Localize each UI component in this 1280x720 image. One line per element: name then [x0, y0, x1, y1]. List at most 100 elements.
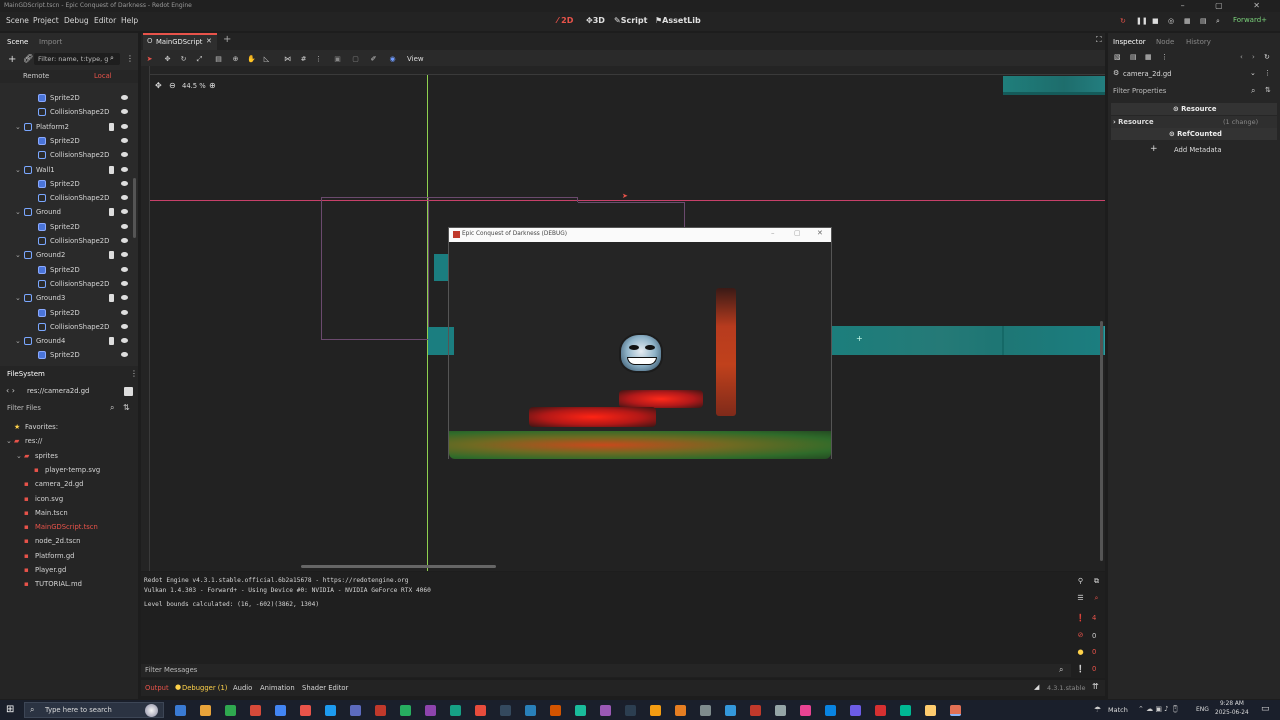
- group-icon[interactable]: ▢: [351, 55, 360, 64]
- tab-output[interactable]: Output: [145, 684, 169, 692]
- taskbar-app-icon[interactable]: [450, 705, 461, 716]
- more-icon[interactable]: ⋮: [126, 54, 134, 63]
- expand-arrow-icon[interactable]: ⌄: [15, 120, 21, 134]
- tab-node[interactable]: Node: [1156, 38, 1174, 46]
- visibility-eye-icon[interactable]: [121, 223, 128, 229]
- game-minimize-icon[interactable]: –: [771, 229, 775, 237]
- clock-time[interactable]: 9:28 AM: [1220, 701, 1244, 707]
- menu-help[interactable]: Help: [121, 16, 138, 25]
- pause-icon[interactable]: ❚❚: [1136, 17, 1148, 26]
- visibility-eye-icon[interactable]: [121, 152, 128, 158]
- tab-animation[interactable]: Animation: [260, 684, 295, 692]
- taskbar-app-icon[interactable]: [800, 705, 811, 716]
- taskbar-app-icon[interactable]: [550, 705, 561, 716]
- taskbar-search[interactable]: ⌕ Type here to search: [24, 702, 164, 718]
- scene-tree-item[interactable]: ⌄ Ground3: [0, 291, 136, 305]
- properties-sort-icon[interactable]: ⇅: [1265, 86, 1271, 94]
- visibility-eye-icon[interactable]: [121, 180, 128, 186]
- add-node-icon[interactable]: +: [8, 54, 16, 65]
- object-menu-icon[interactable]: ⋮: [1264, 69, 1271, 77]
- filesystem-item[interactable]: ▪ Player.gd: [0, 563, 136, 577]
- taskbar-app-icon[interactable]: [225, 705, 236, 716]
- tray-icons[interactable]: ⌃ ☁ ▣ ♪ 🔋︎: [1138, 705, 1180, 713]
- scene-filter-field[interactable]: Filter: name, t:type, g:group ⌕: [34, 53, 120, 65]
- script-icon[interactable]: [109, 294, 114, 303]
- taskbar-app-icon[interactable]: [300, 705, 311, 716]
- add-metadata-button[interactable]: + Add Metadata: [1150, 144, 1240, 156]
- script-icon[interactable]: [109, 337, 114, 346]
- visibility-eye-icon[interactable]: [121, 209, 128, 215]
- filesystem-item[interactable]: ▪ player-temp.svg: [0, 463, 136, 477]
- tab-scene[interactable]: Scene: [7, 38, 28, 46]
- tab-inspector[interactable]: Inspector: [1113, 38, 1146, 46]
- taskbar-app-icon[interactable]: [825, 705, 836, 716]
- filesystem-item[interactable]: ▪ icon.svg: [0, 492, 136, 506]
- game-close-icon[interactable]: ✕: [817, 229, 823, 237]
- visibility-eye-icon[interactable]: [121, 252, 128, 258]
- tab-audio[interactable]: Audio: [233, 684, 252, 692]
- language-indicator[interactable]: ENG: [1196, 706, 1209, 713]
- folder-expand-icon[interactable]: ⌄: [6, 434, 12, 448]
- remote-debug-icon[interactable]: ◎: [1168, 17, 1177, 26]
- taskbar-app-icon[interactable]: [500, 705, 511, 716]
- fs-filter-input[interactable]: Filter Files: [7, 404, 41, 412]
- filter-properties-input[interactable]: Filter Properties: [1113, 87, 1166, 95]
- taskbar-app-icon[interactable]: [400, 705, 411, 716]
- back-icon[interactable]: ‹ ›: [6, 386, 15, 395]
- selectable-tool-icon[interactable]: ▤: [214, 55, 223, 64]
- tab-debugger[interactable]: Debugger (1): [182, 684, 227, 692]
- script-icon[interactable]: [109, 208, 114, 217]
- save-resource-icon[interactable]: ▦: [1145, 53, 1152, 61]
- workspace-script-button[interactable]: ✎Script: [614, 16, 647, 25]
- split-mode-icon[interactable]: [124, 387, 133, 396]
- new-tab-icon[interactable]: +: [223, 34, 231, 45]
- scene-tree-item[interactable]: ⌄ Ground2: [0, 248, 136, 262]
- sort-icon[interactable]: ⇅: [123, 403, 130, 412]
- reload-icon[interactable]: ↻: [1120, 17, 1129, 26]
- error-toggle-icon[interactable]: ⊘: [1076, 631, 1085, 640]
- message-toggle-icon[interactable]: ❗: [1076, 614, 1085, 623]
- scene-tree-item[interactable]: Sprite2D: [0, 220, 136, 234]
- select-tool-icon[interactable]: ➤: [145, 55, 154, 64]
- visibility-eye-icon[interactable]: [121, 123, 128, 129]
- zoom-level[interactable]: 44.5 %: [182, 82, 206, 90]
- menu-debug[interactable]: Debug: [64, 16, 89, 25]
- workspace-3d-button[interactable]: ✥3D: [586, 16, 605, 25]
- windows-start-icon[interactable]: ⊞: [6, 704, 14, 715]
- clear-output-icon[interactable]: ⚲: [1076, 577, 1085, 586]
- visibility-eye-icon[interactable]: [121, 95, 128, 100]
- taskbar-app-icon[interactable]: [925, 705, 936, 716]
- distraction-free-icon[interactable]: ⛶: [1096, 35, 1102, 45]
- scene-tree-item[interactable]: Sprite2D: [0, 306, 136, 320]
- visibility-eye-icon[interactable]: [121, 266, 128, 272]
- scene-tree-scrollbar[interactable]: [133, 178, 136, 238]
- copy-output-icon[interactable]: ⧉: [1092, 577, 1101, 586]
- view-menu[interactable]: View: [407, 55, 424, 63]
- taskbar-app-icon[interactable]: [675, 705, 686, 716]
- menu-project[interactable]: Project: [33, 16, 59, 25]
- taskbar-app-icon[interactable]: [600, 705, 611, 716]
- taskbar-app-icon[interactable]: [750, 705, 761, 716]
- taskbar-app-icon[interactable]: [175, 705, 186, 716]
- expand-arrow-icon[interactable]: ⌄: [15, 334, 21, 348]
- script-icon[interactable]: [109, 165, 114, 174]
- zoom-out-icon[interactable]: ⊖: [169, 81, 176, 90]
- platform-sprite-left[interactable]: [428, 327, 448, 355]
- center-view-icon[interactable]: ✥: [155, 81, 162, 90]
- filesystem-item[interactable]: ⌄ ▰ res://: [0, 434, 136, 448]
- visibility-eye-icon[interactable]: [121, 238, 128, 243]
- taskbar-app-icon[interactable]: [900, 705, 911, 716]
- expand-panel-icon[interactable]: ⇈: [1092, 682, 1099, 691]
- scene-tree-item[interactable]: CollisionShape2D: [0, 234, 136, 248]
- layout-icon[interactable]: ▤: [1200, 17, 1209, 26]
- platform-sprite-right[interactable]: +: [832, 326, 1105, 355]
- weather-label[interactable]: Match: [1108, 706, 1128, 714]
- load-resource-icon[interactable]: ▤: [1130, 53, 1137, 61]
- scroll-lock-icon[interactable]: ☰: [1076, 594, 1085, 603]
- menu-scene[interactable]: Scene: [6, 16, 29, 25]
- filesystem-item[interactable]: ⌄ ▰ sprites: [0, 449, 136, 463]
- visibility-eye-icon[interactable]: [121, 323, 128, 329]
- resource-category[interactable]: › Resource (1 change): [1111, 116, 1277, 128]
- fs-more-icon[interactable]: ⋮: [130, 369, 138, 378]
- taskbar-app-icon[interactable]: [425, 705, 436, 716]
